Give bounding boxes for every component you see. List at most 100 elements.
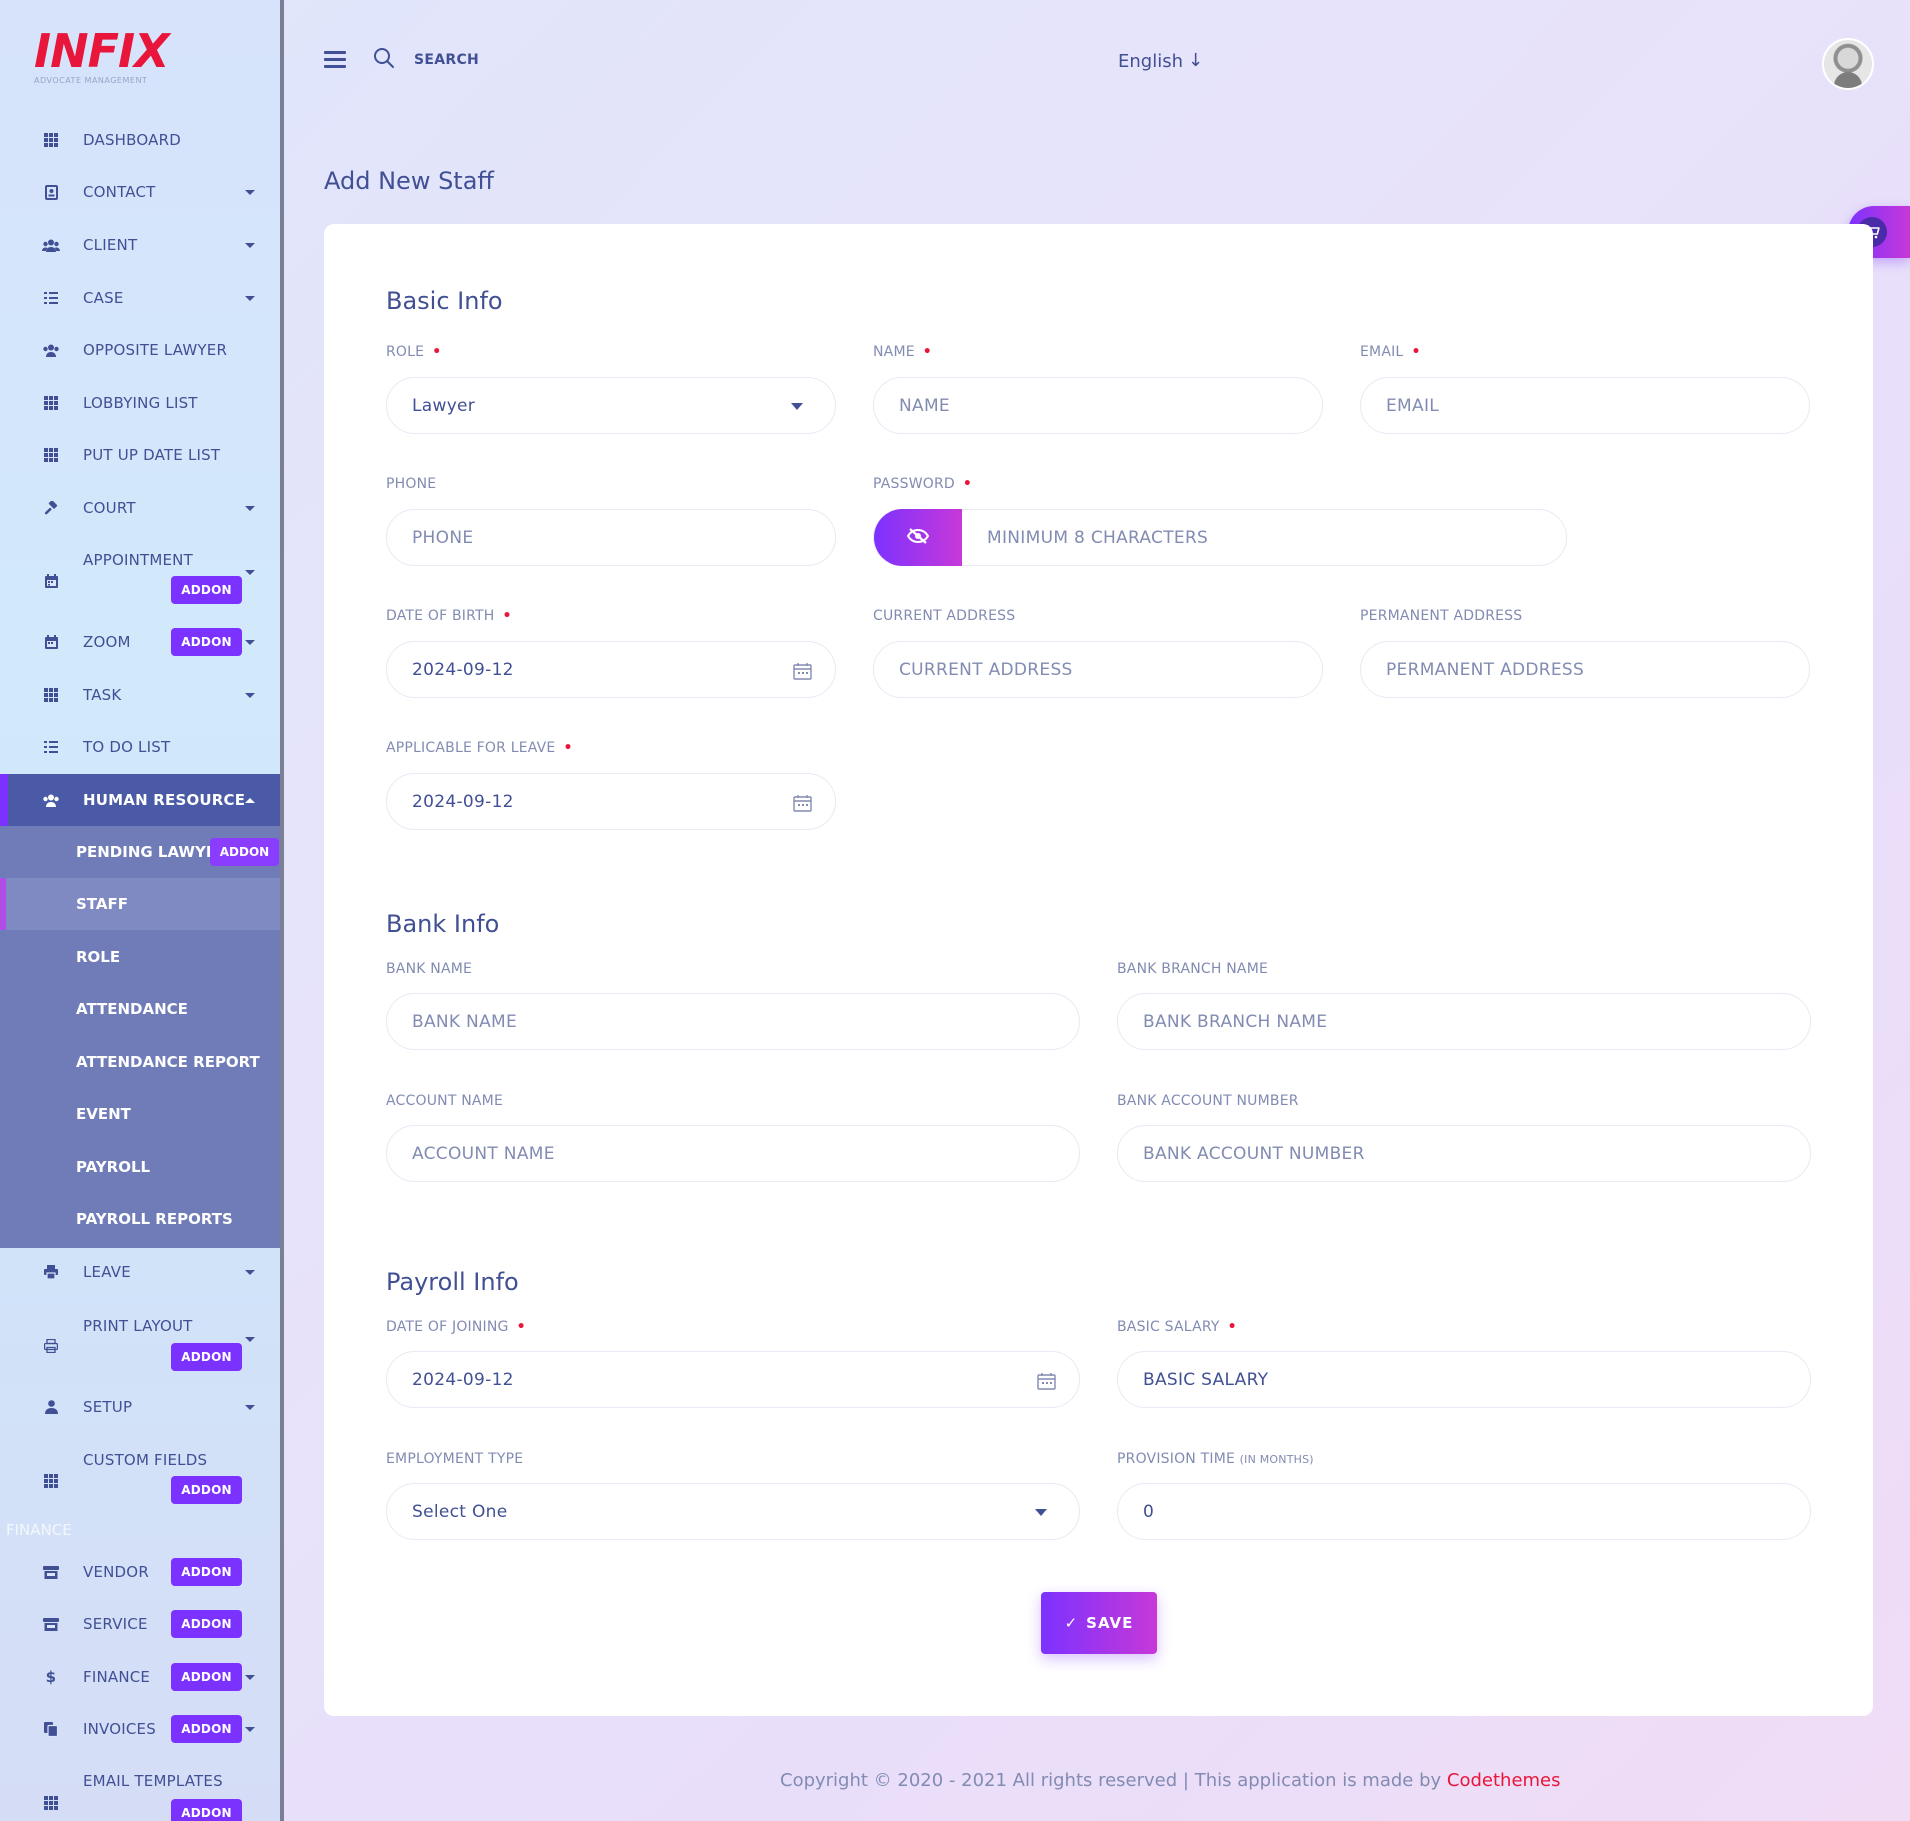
sidebar-item-lobbying-list[interactable]: LOBBYING LIST [0, 391, 282, 415]
calendar-icon[interactable] [1037, 1372, 1056, 1395]
calendar-icon[interactable] [793, 662, 812, 685]
footer-brand-link[interactable]: Codethemes [1447, 1770, 1561, 1791]
role-select[interactable]: Lawyer [386, 377, 836, 434]
grid-icon [42, 394, 60, 412]
sidebar-item-custom-fields[interactable]: CUSTOM FIELDS ADDON [0, 1448, 282, 1512]
sidebar-item-label: CASE [83, 289, 124, 307]
sidebar-item-put-up-date-list[interactable]: PUT UP DATE LIST [0, 443, 282, 467]
caret-down-icon [245, 1405, 255, 1410]
sidebar-item-client[interactable]: CLIENT [0, 233, 282, 257]
sidebar-scrollbar[interactable] [280, 0, 284, 1821]
sidebar-item-contact[interactable]: CONTACT [0, 180, 282, 204]
submenu-item-payroll-reports[interactable]: PAYROLL REPORTS [0, 1193, 282, 1245]
sidebar-item-service[interactable]: SERVICE ADDON [0, 1610, 282, 1638]
caret-down-icon [245, 506, 255, 511]
dob-field[interactable]: 2024-09-12 [386, 641, 836, 698]
avatar[interactable] [1822, 38, 1874, 90]
employment-type-select[interactable]: Select One [386, 1483, 1080, 1540]
addon-badge: ADDON [171, 1715, 242, 1743]
sidebar-item-label: CUSTOM FIELDS [83, 1451, 208, 1469]
branch-name-field[interactable]: BANK BRANCH NAME [1117, 993, 1811, 1050]
addon-badge: ADDON [171, 1799, 242, 1821]
language-selector[interactable]: English [1118, 51, 1183, 72]
name-field[interactable]: NAME [873, 377, 1323, 434]
submenu-item-attendance-report[interactable]: ATTENDANCE REPORT [0, 1036, 282, 1088]
logo-text: INFIX [34, 24, 170, 78]
submenu-item-staff[interactable]: STAFF [0, 878, 282, 930]
sidebar-item-finance[interactable]: $ FINANCE ADDON [0, 1663, 282, 1691]
arrow-down-icon[interactable]: ↓ [1188, 50, 1203, 71]
provision-time-field[interactable]: 0 [1117, 1483, 1811, 1540]
submenu-item-attendance[interactable]: ATTENDANCE [0, 983, 282, 1035]
caret-down-icon [791, 403, 803, 410]
employment-type-label: EMPLOYMENT TYPE [386, 1451, 524, 1467]
sidebar-item-label: APPOINTMENT [83, 551, 193, 569]
sidebar-item-email-templates[interactable]: EMAIL TEMPLATES ADDON [0, 1772, 282, 1821]
printer-icon [42, 1337, 60, 1355]
sidebar-item-invoices[interactable]: INVOICES ADDON [0, 1715, 282, 1743]
submenu-item-role[interactable]: ROLE [0, 931, 282, 983]
email-field[interactable]: EMAIL [1360, 377, 1810, 434]
submenu-item-payroll[interactable]: PAYROLL [0, 1141, 282, 1193]
sidebar-item-zoom[interactable]: ZOOM ADDON [0, 628, 282, 656]
section-title-bank-info: Bank Info [386, 910, 500, 938]
addon-badge: ADDON [171, 1610, 242, 1638]
sidebar-item-setup[interactable]: SETUP [0, 1395, 282, 1419]
password-field[interactable]: MINIMUM 8 CHARACTERS [873, 509, 1567, 566]
caret-down-icon [245, 693, 255, 698]
grid-icon [42, 1472, 60, 1490]
store-icon [42, 1563, 60, 1581]
sidebar-item-label: SETUP [83, 1398, 133, 1416]
footer-copyright: Copyright © 2020 - 2021 All rights reser… [780, 1770, 1561, 1791]
password-visibility-toggle[interactable] [874, 509, 962, 566]
role-select-value: Lawyer [412, 395, 476, 416]
sidebar-item-vendor[interactable]: VENDOR ADDON [0, 1558, 282, 1586]
basic-salary-field[interactable]: BASIC SALARY [1117, 1351, 1811, 1408]
submenu-item-event[interactable]: EVENT [0, 1088, 282, 1140]
finance-section-heading: FINANCE [6, 1521, 72, 1539]
users-icon [42, 236, 60, 254]
phone-field[interactable]: PHONE [386, 509, 836, 566]
dob-label: DATE OF BIRTH • [386, 608, 512, 624]
sidebar-item-print-layout[interactable]: PRINT LAYOUT ADDON [0, 1313, 282, 1377]
search-icon[interactable] [373, 47, 395, 69]
caret-down-icon [245, 570, 255, 575]
search-input[interactable]: SEARCH [414, 52, 479, 68]
submenu-item-label: PAYROLL REPORTS [76, 1210, 233, 1228]
sidebar-item-dashboard[interactable]: DASHBOARD [0, 128, 282, 152]
caret-down-icon [245, 190, 255, 195]
dollar-icon: $ [45, 1667, 57, 1686]
permanent-address-label: PERMANENT ADDRESS [1360, 608, 1523, 624]
salary-label: BASIC SALARY • [1117, 1319, 1237, 1335]
current-address-field[interactable]: CURRENT ADDRESS [873, 641, 1323, 698]
sidebar-item-appointment[interactable]: APPOINTMENT ADDON [0, 548, 282, 612]
account-name-field[interactable]: ACCOUNT NAME [386, 1125, 1080, 1182]
sidebar-item-leave[interactable]: LEAVE [0, 1260, 282, 1284]
leave-date-field[interactable]: 2024-09-12 [386, 773, 836, 830]
users-icon [42, 791, 60, 809]
gavel-icon [42, 499, 60, 517]
bank-name-field[interactable]: BANK NAME [386, 993, 1080, 1050]
copy-icon [42, 1720, 60, 1738]
sidebar-item-to-do-list[interactable]: TO DO LIST [0, 735, 282, 759]
calendar-icon[interactable] [793, 794, 812, 817]
grid-icon [42, 686, 60, 704]
logo[interactable]: INFIX ADVOCATE MANAGEMENT [34, 24, 170, 85]
sidebar-item-label: VENDOR [83, 1563, 149, 1581]
sidebar-item-task[interactable]: TASK [0, 683, 282, 707]
sidebar-item-opposite-lawyer[interactable]: OPPOSITE LAWYER [0, 338, 282, 362]
sidebar-item-human-resource[interactable]: HUMAN RESOURCE [0, 788, 282, 812]
caret-down-icon [245, 1337, 255, 1342]
permanent-address-field[interactable]: PERMANENT ADDRESS [1360, 641, 1810, 698]
users-icon [42, 341, 60, 359]
caret-down-icon [245, 1727, 255, 1732]
sidebar-item-label: SERVICE [83, 1615, 148, 1633]
account-number-field[interactable]: BANK ACCOUNT NUMBER [1117, 1125, 1811, 1182]
menu-toggle-icon[interactable] [324, 51, 346, 69]
sidebar-item-case[interactable]: CASE [0, 286, 282, 310]
submenu-item-pending-lawyer[interactable]: PENDING LAWYER ADDON [0, 826, 282, 878]
joining-date-field[interactable]: 2024-09-12 [386, 1351, 1080, 1408]
save-button[interactable]: ✓ SAVE [1041, 1592, 1157, 1654]
sidebar-item-court[interactable]: COURT [0, 496, 282, 520]
provision-label: PROVISION TIME (IN MONTHS) [1117, 1451, 1314, 1467]
